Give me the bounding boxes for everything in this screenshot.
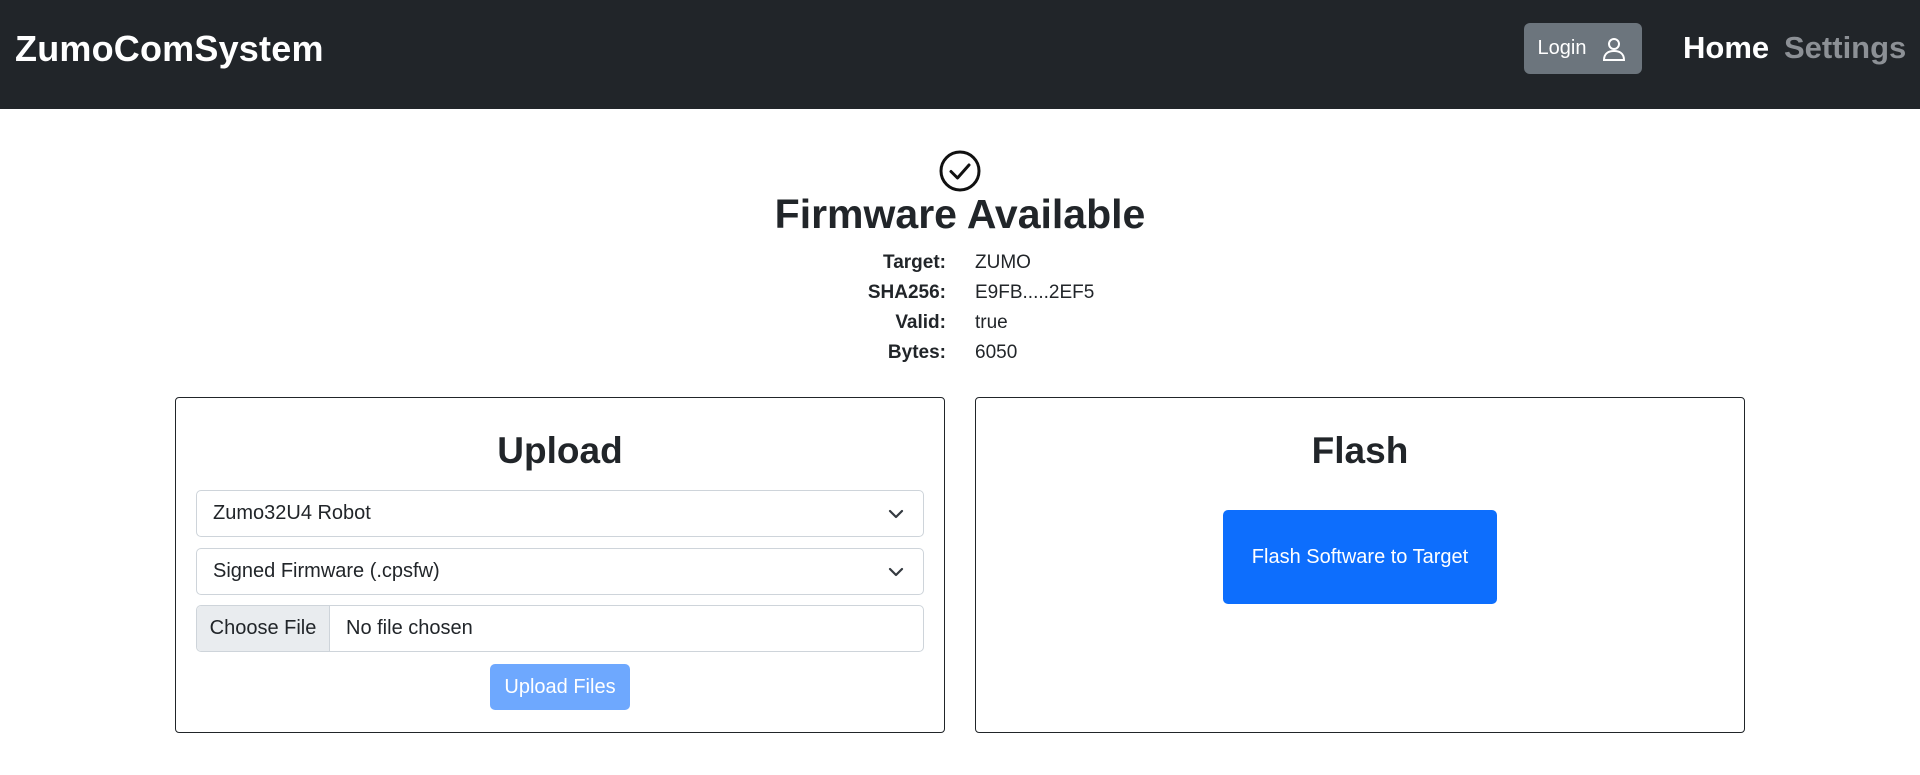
info-value: ZUMO [975, 252, 1031, 273]
brand-title[interactable]: ZumoComSystem [15, 28, 324, 70]
nav-link-home[interactable]: Home [1683, 30, 1769, 66]
flash-card: Flash Flash Software to Target [975, 397, 1745, 733]
file-input[interactable]: Choose File No file chosen [196, 605, 924, 652]
firmware-type-select-value: Signed Firmware (.cpsfw) [213, 560, 440, 582]
nav-link-settings[interactable]: Settings [1784, 30, 1906, 66]
file-status-text: No file chosen [346, 617, 473, 639]
info-value: true [975, 312, 1008, 333]
target-select[interactable]: Zumo32U4 Robot [196, 490, 924, 537]
info-row-valid: Valid: true [0, 308, 1920, 338]
firmware-type-select[interactable]: Signed Firmware (.cpsfw) [196, 548, 924, 595]
target-select-value: Zumo32U4 Robot [213, 502, 371, 524]
choose-file-button[interactable]: Choose File [197, 606, 330, 651]
login-button-label: Login [1537, 37, 1587, 59]
info-value: 6050 [975, 342, 1018, 363]
info-value: E9FB.....2EF5 [975, 282, 1095, 303]
upload-files-button[interactable]: Upload Files [490, 664, 630, 710]
login-button[interactable]: Login [1524, 23, 1642, 74]
info-row-sha256: SHA256: E9FB.....2EF5 [0, 278, 1920, 308]
person-icon [1603, 37, 1626, 61]
chevron-down-icon [888, 509, 904, 519]
info-key: Valid: [895, 312, 946, 333]
check-circle-icon [939, 150, 981, 192]
upload-card: Upload Zumo32U4 Robot Signed Firmware (.… [175, 397, 945, 733]
firmware-status-title: Firmware Available [774, 191, 1146, 237]
flash-software-button[interactable]: Flash Software to Target [1223, 510, 1497, 604]
info-key: SHA256: [867, 282, 946, 303]
info-row-target: Target: ZUMO [0, 248, 1920, 278]
info-key: Bytes: [887, 342, 946, 363]
upload-card-title: Upload [497, 430, 623, 471]
info-key: Target: [883, 252, 946, 273]
chevron-down-icon [888, 567, 904, 577]
navbar: ZumoComSystem Login Home Settings [0, 0, 1920, 109]
info-row-bytes: Bytes: 6050 [0, 338, 1920, 368]
flash-card-title: Flash [1311, 430, 1409, 471]
